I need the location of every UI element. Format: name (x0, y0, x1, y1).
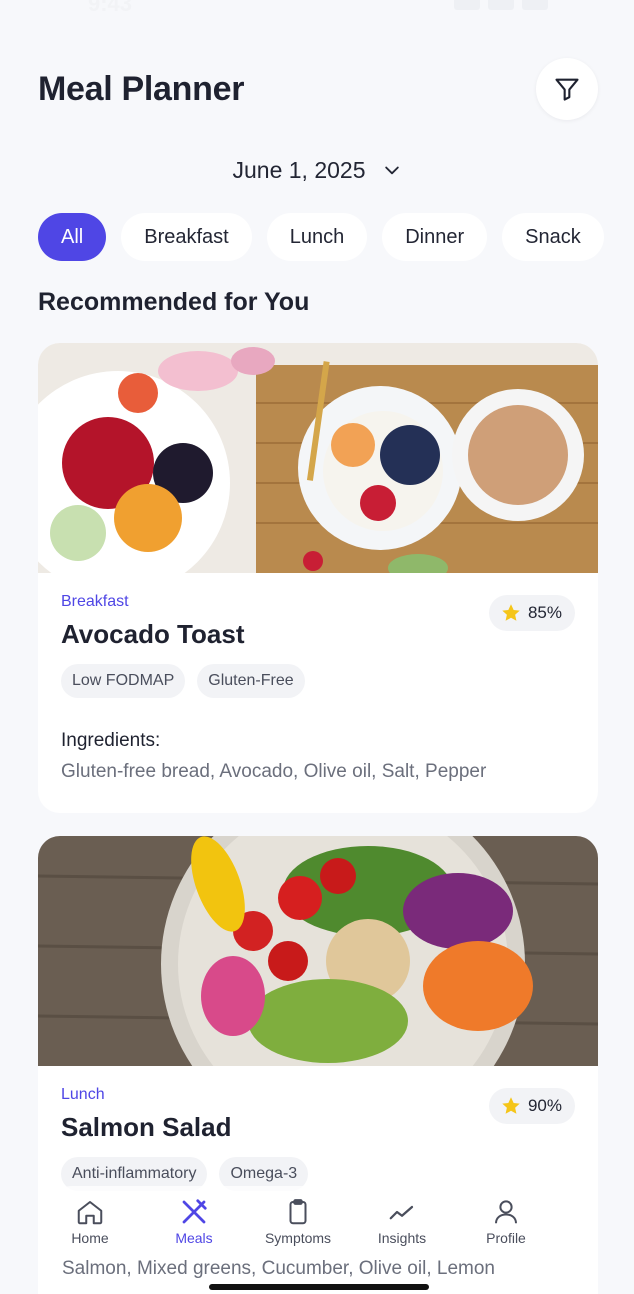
nav-profile[interactable]: Profile (461, 1197, 551, 1246)
bottom-nav: Home Meals Symptoms Insights Profile (38, 1186, 558, 1256)
chip-all[interactable]: All (38, 213, 107, 261)
star-icon (502, 604, 520, 621)
ingredients-label: Ingredients: (61, 730, 161, 751)
utensils-icon (182, 1198, 207, 1223)
nav-label: Insights (377, 1229, 427, 1246)
score-value: 90% (527, 1096, 562, 1115)
trend-icon (389, 1205, 414, 1219)
chip-snack[interactable]: Snack (502, 213, 604, 261)
filter-button[interactable] (536, 58, 598, 120)
nav-meals[interactable]: Meals (149, 1197, 239, 1246)
chip-lunch[interactable]: Lunch (266, 213, 368, 261)
nav-label: Meals (175, 1229, 213, 1246)
meal-filter-chips: All Breakfast Lunch Dinner Snack (38, 213, 604, 261)
diet-tag: Low FODMAP (61, 664, 186, 698)
date-label: June 1, 2025 (232, 156, 366, 183)
ingredients-list: Salmon, Mixed greens, Cucumber, Olive oi… (62, 1258, 495, 1279)
status-time: 9:43 (88, 0, 133, 16)
page-title: Meal Planner (38, 69, 245, 108)
star-icon (502, 1097, 520, 1114)
filter-icon (555, 78, 579, 101)
section-title: Recommended for You (38, 288, 310, 316)
diet-tags: Low FODMAP Gluten-Free (61, 664, 575, 698)
header: Meal Planner (38, 58, 598, 120)
meal-photo (38, 343, 598, 573)
home-indicator (209, 1284, 429, 1290)
score-badge: 85% (488, 595, 575, 631)
status-icons (454, 0, 548, 10)
score-badge: 90% (488, 1088, 575, 1124)
signal-icon (454, 0, 480, 10)
status-bar: 9:43 (0, 0, 634, 22)
nav-symptoms[interactable]: Symptoms (253, 1197, 343, 1246)
nav-label: Home (71, 1229, 109, 1246)
battery-icon (522, 0, 548, 10)
card-body: Breakfast Avocado Toast 85% Low FODMAP G… (38, 573, 598, 783)
chip-breakfast[interactable]: Breakfast (121, 213, 252, 261)
wifi-icon (488, 0, 514, 10)
clipboard-icon (289, 1198, 307, 1224)
nav-label: Symptoms (264, 1229, 332, 1246)
meal-card[interactable]: Breakfast Avocado Toast 85% Low FODMAP G… (38, 343, 598, 813)
user-icon (495, 1199, 517, 1223)
chip-dinner[interactable]: Dinner (382, 213, 488, 261)
card-body: Lunch Salmon Salad 90% Anti-inflammatory… (38, 1066, 598, 1191)
home-icon (77, 1200, 103, 1224)
score-value: 85% (527, 603, 562, 622)
diet-tag: Gluten-Free (197, 664, 305, 698)
nav-insights[interactable]: Insights (357, 1197, 447, 1246)
nav-home[interactable]: Home (45, 1197, 135, 1246)
nav-label: Profile (486, 1229, 526, 1246)
date-selector[interactable]: June 1, 2025 (0, 150, 634, 190)
meal-photo (38, 836, 598, 1066)
chevron-down-icon (384, 166, 399, 175)
ingredients-list: Gluten-free bread, Avocado, Olive oil, S… (61, 761, 487, 782)
